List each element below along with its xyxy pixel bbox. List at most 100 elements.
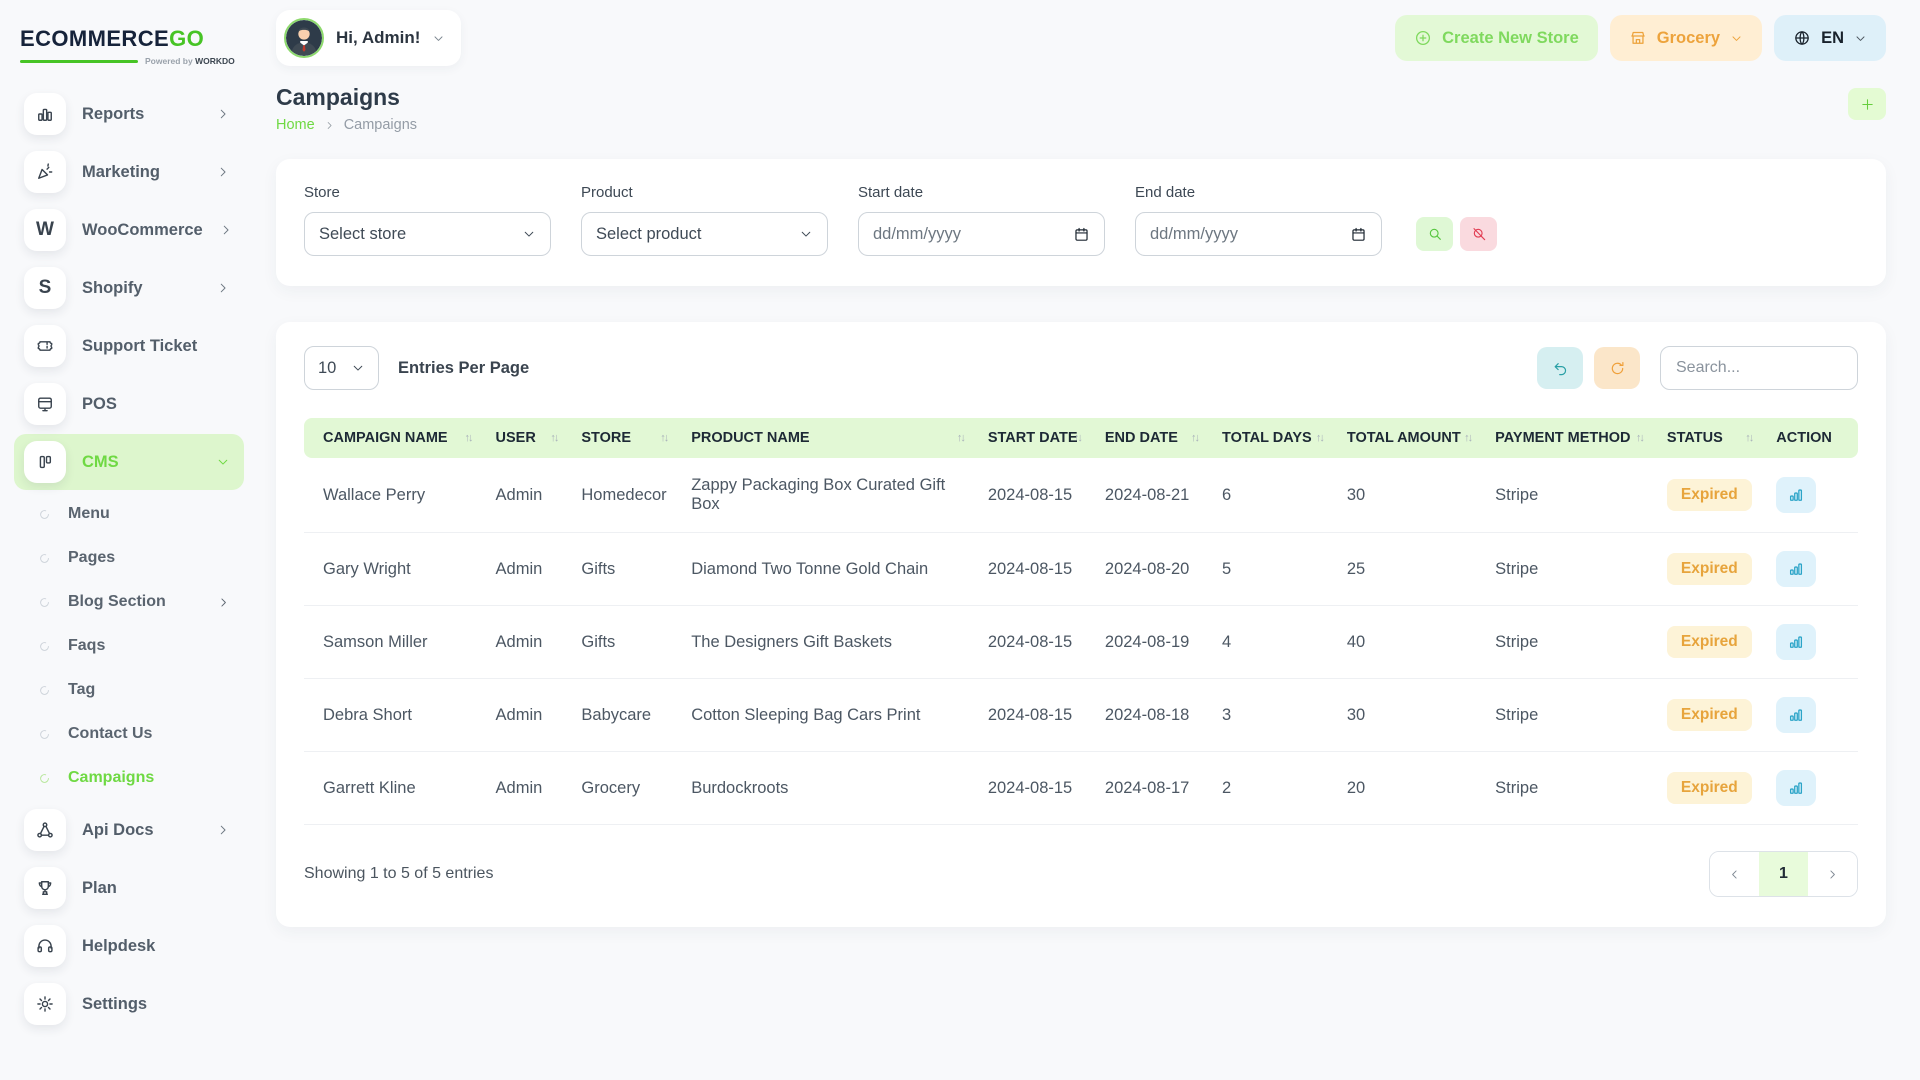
campaign-statistics-button[interactable] [1776, 624, 1816, 660]
cell-user: Admin [484, 606, 570, 679]
undo-icon [1552, 360, 1569, 377]
sort-icon[interactable]: ↑↓ [1316, 432, 1323, 444]
sort-icon[interactable]: ↑↓ [1464, 432, 1471, 444]
sort-icon[interactable]: ↑↓ [1636, 432, 1643, 444]
sidebar-subitem-campaigns[interactable]: Campaigns [0, 756, 256, 800]
page-number-button[interactable]: 1 [1759, 852, 1808, 896]
status-badge: Expired [1667, 699, 1752, 731]
sidebar-item-shopify[interactable]: SShopify [14, 260, 244, 316]
create-new-store-button[interactable]: Create New Store [1395, 15, 1598, 61]
column-header-start-date[interactable]: ↑↓START DATE [976, 418, 1093, 458]
product-filter-field: Product Select product [581, 184, 828, 256]
sidebar-item-label: Support Ticket [82, 337, 197, 356]
globe-icon [1793, 29, 1811, 47]
chevron-down-icon [522, 227, 536, 241]
column-header-product-name[interactable]: ↑↓PRODUCT NAME [679, 418, 976, 458]
bar-chart-icon [1787, 779, 1805, 797]
column-header-payment-method[interactable]: ↑↓PAYMENT METHOD [1483, 418, 1655, 458]
sort-icon[interactable]: ↑↓ [465, 432, 472, 444]
sidebar-subitem-label: Faqs [68, 637, 105, 655]
breadcrumb-current: Campaigns [344, 117, 417, 133]
cell-product-name: Zappy Packaging Box Curated Gift Box [679, 458, 976, 533]
calendar-icon[interactable] [1350, 226, 1367, 243]
column-header-total-amount[interactable]: ↑↓TOTAL AMOUNT [1335, 418, 1483, 458]
headset-icon [24, 925, 66, 967]
column-header-user[interactable]: ↑↓USER [484, 418, 570, 458]
column-header-status[interactable]: ↑↓STATUS [1655, 418, 1764, 458]
sidebar-subitem-blog-section[interactable]: Blog Section [0, 580, 256, 624]
chevron-right-icon [216, 281, 230, 295]
entries-per-page-label: Entries Per Page [398, 359, 529, 378]
end-date-input[interactable]: dd/mm/yyyy [1135, 212, 1382, 256]
search-icon [1427, 226, 1443, 242]
sidebar-item-settings[interactable]: Settings [14, 976, 244, 1032]
column-header-campaign-name[interactable]: ↑↓CAMPAIGN NAME [304, 418, 484, 458]
table-row: Garrett KlineAdminGroceryBurdockroots202… [304, 752, 1858, 825]
sort-icon[interactable]: ↑↓ [550, 432, 557, 444]
brand-logo[interactable]: ECOMMERCEGO Powered by WORKDO [0, 20, 256, 76]
sidebar-item-cms[interactable]: CMS [14, 434, 244, 490]
sidebar-item-support-ticket[interactable]: Support Ticket [14, 318, 244, 374]
sort-icon[interactable]: ↑↓ [660, 432, 667, 444]
refresh-button[interactable] [1594, 347, 1640, 389]
cell-start-date: 2024-08-15 [976, 752, 1093, 825]
start-date-field: Start date dd/mm/yyyy [858, 184, 1105, 256]
sidebar-item-api-docs[interactable]: Api Docs [14, 802, 244, 858]
sidebar-item-helpdesk[interactable]: Helpdesk [14, 918, 244, 974]
campaign-statistics-button[interactable] [1776, 697, 1816, 733]
sidebar-subitem-label: Menu [68, 505, 110, 523]
sidebar-item-pos[interactable]: POS [14, 376, 244, 432]
cell-status: Expired [1655, 679, 1764, 752]
sidebar-subitem-pages[interactable]: Pages [0, 536, 256, 580]
undo-button[interactable] [1537, 347, 1583, 389]
chevron-left-icon [1728, 868, 1741, 881]
product-select[interactable]: Select product [581, 212, 828, 256]
table-search-input[interactable] [1660, 346, 1858, 390]
cell-total-days: 2 [1210, 752, 1335, 825]
sort-icon[interactable]: ↑↓ [957, 432, 964, 444]
user-menu[interactable]: Hi, Admin! [276, 10, 461, 66]
circle-icon [38, 772, 51, 785]
column-header-end-date[interactable]: ↑↓END DATE [1093, 418, 1210, 458]
sort-icon[interactable]: ↑↓ [1191, 432, 1198, 444]
entries-per-page-select[interactable]: 10 [304, 346, 379, 390]
cell-total-days: 6 [1210, 458, 1335, 533]
entries-summary: Showing 1 to 5 of 5 entries [304, 865, 493, 883]
sidebar-item-plan[interactable]: Plan [14, 860, 244, 916]
sidebar-item-reports[interactable]: Reports [14, 86, 244, 142]
column-header-store[interactable]: ↑↓STORE [569, 418, 679, 458]
previous-page-button[interactable] [1710, 852, 1759, 896]
sidebar-subitem-contact-us[interactable]: Contact Us [0, 712, 256, 756]
campaign-statistics-button[interactable] [1776, 770, 1816, 806]
store-selector-button[interactable]: Grocery [1610, 15, 1762, 61]
calendar-icon[interactable] [1073, 226, 1090, 243]
sidebar-item-marketing[interactable]: Marketing [14, 144, 244, 200]
campaign-statistics-button[interactable] [1776, 551, 1816, 587]
sort-icon[interactable]: ↑↓ [1745, 432, 1752, 444]
column-header-total-days[interactable]: ↑↓TOTAL DAYS [1210, 418, 1335, 458]
campaign-statistics-button[interactable] [1776, 477, 1816, 513]
sidebar-subitem-menu[interactable]: Menu [0, 492, 256, 536]
cell-total-amount: 40 [1335, 606, 1483, 679]
cell-action [1764, 679, 1858, 752]
apply-filter-button[interactable] [1416, 217, 1453, 251]
marketing-icon [24, 151, 66, 193]
start-date-input[interactable]: dd/mm/yyyy [858, 212, 1105, 256]
plus-circle-icon [1414, 29, 1432, 47]
status-badge: Expired [1667, 479, 1752, 511]
next-page-button[interactable] [1808, 852, 1857, 896]
language-selector-button[interactable]: EN [1774, 15, 1886, 61]
sidebar-subitem-tag[interactable]: Tag [0, 668, 256, 712]
store-select[interactable]: Select store [304, 212, 551, 256]
chevron-right-icon [216, 107, 230, 121]
column-header-action: ACTION [1764, 418, 1858, 458]
cell-campaign-name: Debra Short [304, 679, 484, 752]
breadcrumb-home-link[interactable]: Home [276, 117, 315, 133]
reset-filter-button[interactable] [1460, 217, 1497, 251]
sidebar-item-label: CMS [82, 453, 119, 472]
chevron-down-icon [1854, 32, 1867, 45]
gear-icon [24, 983, 66, 1025]
add-campaign-button[interactable] [1848, 88, 1886, 120]
sidebar-item-woocommerce[interactable]: WWooCommerce [14, 202, 244, 258]
sidebar-subitem-faqs[interactable]: Faqs [0, 624, 256, 668]
